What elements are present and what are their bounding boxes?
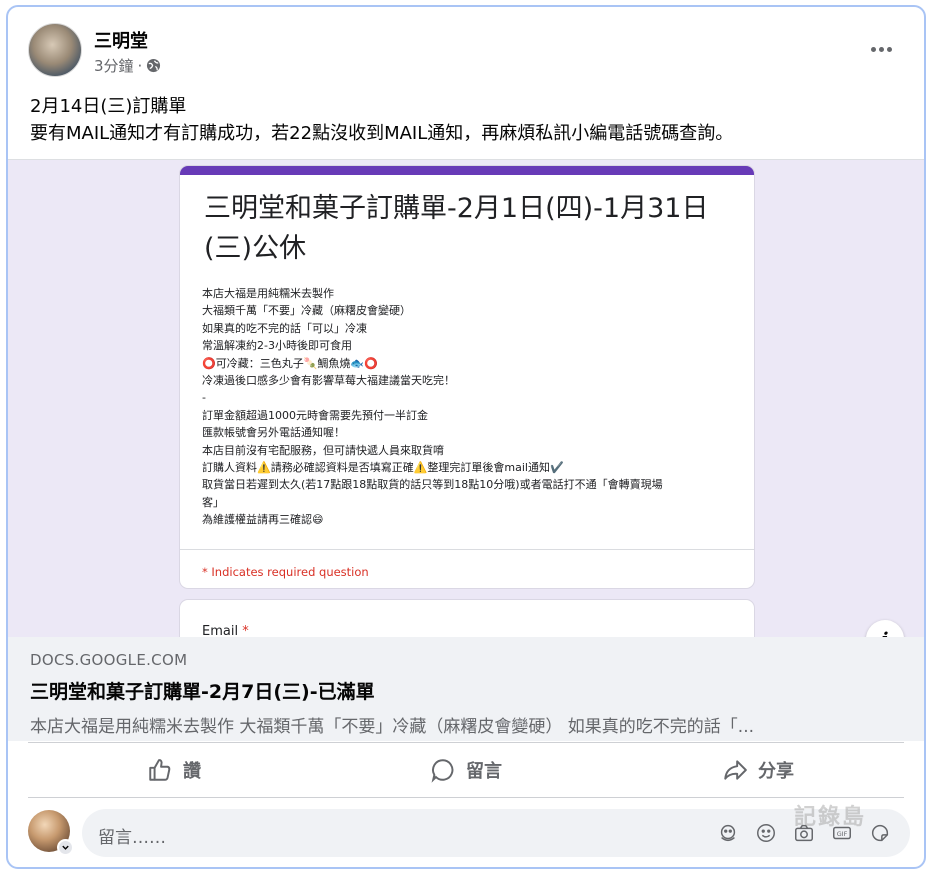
like-button[interactable]: 讚 [28, 743, 320, 797]
link-preview-meta[interactable]: DOCS.GOOGLE.COM 三明堂和菓子訂購單-2月7日(三)-已滿單 本店… [8, 637, 924, 741]
form-divider [180, 549, 754, 550]
form-title: 三明堂和菓子訂購單-2月1日(四)-1月31日(三)公休 [204, 193, 709, 264]
avatar-sticker-icon[interactable] [716, 821, 740, 845]
like-label: 讚 [183, 761, 201, 782]
link-title: 三明堂和菓子訂購單-2月7日(三)-已滿單 [30, 681, 375, 703]
info-icon[interactable]: i [866, 620, 904, 637]
email-label: Email * [202, 624, 249, 637]
share-icon [724, 760, 747, 780]
form-desc-line: 大福類千萬「不要」冷藏（麻糬皮會變硬） [202, 304, 411, 318]
form-desc-line: 如果真的吃不完的話「可以」冷凍 [202, 321, 367, 335]
comment-label: 留言 [466, 761, 502, 782]
form-desc-line: 匯款帳號會另外電話通知喔！ [202, 426, 345, 440]
form-header-card: 三明堂和菓子訂購單-2月1日(四)-1月31日(三)公休 本店大福是用純糯米去製… [180, 166, 754, 588]
required-mark: * [242, 624, 249, 637]
link-domain: DOCS.GOOGLE.COM [30, 651, 188, 669]
form-desc-line: 取貨當日若遲到太久(若17點跟18點取貨的話只等到18點10分哦)或者電話打不通… [202, 478, 663, 492]
post-text-line: 2月14日(三)訂購單 [30, 96, 187, 117]
email-label-text: Email [202, 624, 239, 637]
form-desc-line: 冷凍過後口感多少會有影響草莓大福建議當天吃完！ [202, 374, 455, 388]
sticker-icon[interactable] [868, 821, 892, 845]
form-desc-line: 訂單金額超過1000元時會需要先預付一半訂金 [202, 408, 428, 422]
page-name[interactable]: 三明堂 [94, 27, 148, 53]
comment-placeholder: 留言…… [98, 828, 166, 848]
commenter-avatar[interactable] [28, 810, 74, 856]
form-desc-line: ⭕可冷藏：三色丸子🍡鯛魚燒🐟⭕ [202, 356, 378, 370]
more-icon-dot [886, 46, 892, 52]
more-options-button[interactable] [866, 39, 896, 59]
post-text-line: 要有MAIL通知才有訂購成功，若22點沒收到MAIL通知，再麻煩私訊小編電話號碼… [30, 123, 734, 144]
comment-icon [431, 759, 454, 783]
svg-text:GIF: GIF [837, 830, 848, 838]
page-avatar[interactable] [28, 23, 82, 77]
form-desc-line: 本店大福是用純糯米去製作 [202, 287, 334, 300]
form-description: 本店大福是用純糯米去製作 大福類千萬「不要」冷藏（麻糬皮會變硬） 如果真的吃不完… [202, 285, 663, 529]
post-timestamp[interactable]: 3分鐘 [94, 55, 134, 76]
email-question-card: Email * [180, 600, 754, 637]
gif-icon[interactable]: GIF [830, 821, 854, 845]
comment-input[interactable]: 留言…… GIF [82, 809, 910, 857]
post-card: 三明堂 3分鐘 · 2月14日(三)訂購單 要有MAIL通知才有訂購成功，若22… [6, 5, 926, 869]
meta-separator: · [137, 56, 143, 75]
camera-icon[interactable] [792, 821, 816, 845]
form-desc-line: 常溫解凍約2-3小時後即可食用 [202, 339, 352, 353]
post-text: 2月14日(三)訂購單 要有MAIL通知才有訂購成功，若22點沒收到MAIL通知… [30, 93, 733, 147]
required-note: * Indicates required question [202, 565, 369, 579]
link-description: 本店大福是用純糯米去製作 大福類千萬「不要」冷藏（麻糬皮會變硬） 如果真的吃不完… [30, 717, 755, 737]
link-preview-image[interactable]: 三明堂和菓子訂購單-2月1日(四)-1月31日(三)公休 本店大福是用純糯米去製… [8, 159, 924, 637]
share-button[interactable]: 分享 [612, 743, 904, 797]
form-desc-line: 為維護權益請再三確認😄 [202, 513, 324, 527]
like-icon [149, 759, 171, 781]
comment-button[interactable]: 留言 [320, 743, 612, 797]
globe-icon [147, 58, 161, 73]
form-desc-line: - [202, 391, 206, 405]
form-desc-line: 本店目前沒有宅配服務，但可請快遞人員來取貨唷 [202, 443, 444, 457]
emoji-icon[interactable] [754, 821, 778, 845]
post-actions: 讚 留言 分享 [28, 742, 904, 798]
form-desc-line: 訂購人資料⚠️請務必確認資料是否填寫正確⚠️整理完訂單後會mail通知✔️ [202, 461, 564, 475]
comment-tools: GIF [716, 821, 892, 845]
more-icon-dot [878, 46, 884, 52]
share-label: 分享 [758, 761, 794, 782]
chevron-down-icon[interactable] [57, 839, 74, 856]
form-desc-line: 客」 [202, 495, 224, 509]
more-icon-dot [870, 46, 876, 52]
post-meta: 3分鐘 · [94, 55, 161, 76]
